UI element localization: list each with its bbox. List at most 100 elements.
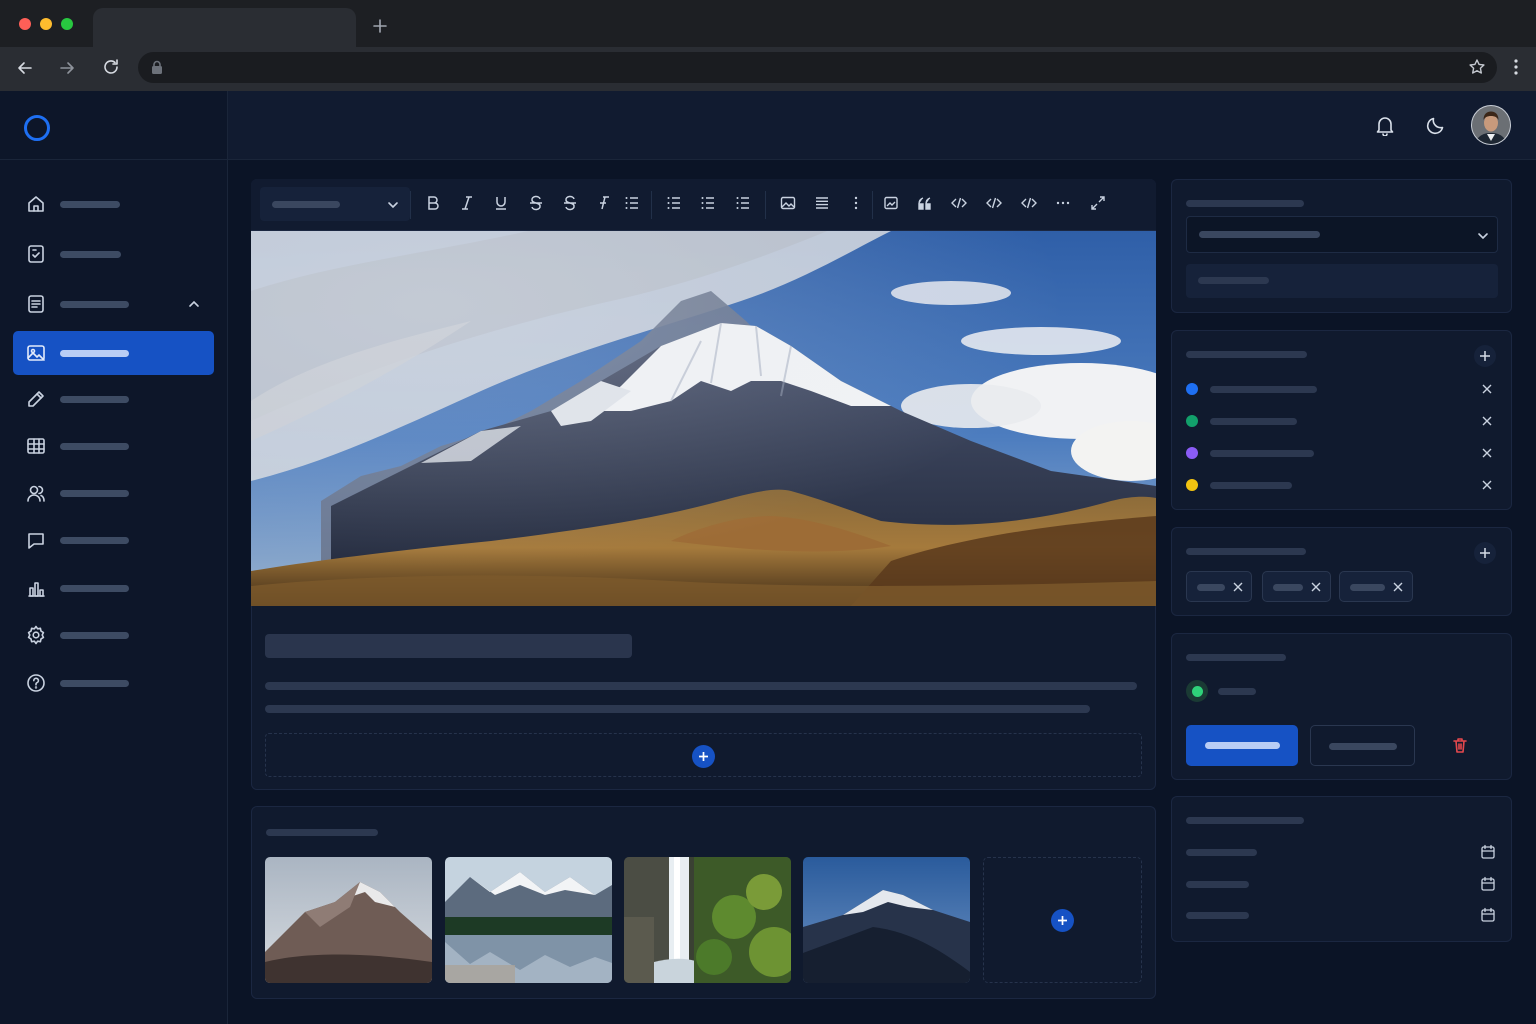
numbered-list-icon[interactable] bbox=[700, 195, 716, 211]
sidebar-item-editor[interactable] bbox=[13, 377, 214, 421]
block-type-select[interactable] bbox=[260, 187, 410, 221]
settings-input[interactable] bbox=[1186, 264, 1498, 298]
categories-heading bbox=[1186, 351, 1307, 358]
more-vertical-icon[interactable] bbox=[848, 195, 864, 211]
browser-tab[interactable] bbox=[93, 8, 356, 47]
star-icon[interactable] bbox=[1468, 58, 1486, 76]
category-item[interactable] bbox=[1186, 477, 1498, 493]
checklist-icon[interactable] bbox=[735, 195, 751, 211]
sidebar-item-pages[interactable] bbox=[13, 282, 214, 326]
ring-logo[interactable] bbox=[22, 113, 52, 143]
hero-image[interactable] bbox=[251, 231, 1156, 606]
back-arrow-icon[interactable] bbox=[15, 58, 35, 78]
gallery-image-night-mountain[interactable] bbox=[803, 857, 970, 983]
sidebar-item-help[interactable] bbox=[13, 661, 214, 705]
expand-icon[interactable] bbox=[1090, 195, 1106, 211]
avatar[interactable] bbox=[1471, 105, 1511, 145]
list-icon[interactable] bbox=[624, 195, 640, 211]
bold-icon[interactable] bbox=[425, 195, 441, 211]
sidebar-item-label bbox=[60, 632, 129, 639]
gallery-image-waterfall[interactable] bbox=[624, 857, 791, 983]
close-icon[interactable] bbox=[1482, 448, 1492, 458]
category-item[interactable] bbox=[1186, 413, 1498, 429]
code-icon[interactable] bbox=[951, 195, 967, 211]
tag-label bbox=[1273, 584, 1303, 591]
sidebar-item-messages[interactable] bbox=[13, 518, 214, 562]
editor-toolbar bbox=[251, 179, 1156, 231]
add-block-zone[interactable]: + bbox=[265, 733, 1142, 777]
sidebar-item-media[interactable] bbox=[13, 331, 214, 375]
gallery-image-lake-mountains[interactable] bbox=[445, 857, 612, 983]
moon-icon[interactable] bbox=[1425, 114, 1447, 136]
add-image-button[interactable]: + bbox=[1051, 909, 1074, 932]
add-image-tile[interactable]: + bbox=[983, 857, 1142, 983]
category-label bbox=[1210, 386, 1317, 393]
close-icon[interactable] bbox=[1393, 582, 1403, 592]
align-icon[interactable] bbox=[814, 195, 830, 211]
gallery-image-mountain[interactable] bbox=[265, 857, 432, 983]
underline-icon[interactable] bbox=[493, 195, 509, 211]
category-color-dot bbox=[1186, 447, 1198, 459]
close-window-button[interactable] bbox=[19, 18, 31, 30]
calendar-icon[interactable] bbox=[1480, 844, 1496, 860]
maximize-window-button[interactable] bbox=[61, 18, 73, 30]
post-body-line[interactable] bbox=[265, 682, 1137, 690]
settings-select-value bbox=[1199, 231, 1320, 238]
quote-icon[interactable] bbox=[917, 195, 933, 211]
address-bar[interactable] bbox=[138, 52, 1497, 83]
close-icon[interactable] bbox=[1311, 582, 1321, 592]
more-horizontal-icon[interactable] bbox=[1055, 195, 1071, 211]
close-icon[interactable] bbox=[1233, 582, 1243, 592]
strikethrough-alt-icon[interactable] bbox=[562, 195, 578, 211]
minimize-window-button[interactable] bbox=[40, 18, 52, 30]
bell-icon[interactable] bbox=[1374, 114, 1396, 136]
html-icon[interactable] bbox=[1021, 195, 1037, 211]
chevron-down-icon bbox=[388, 202, 398, 209]
tag-chip[interactable] bbox=[1339, 571, 1413, 602]
strikethrough-icon[interactable] bbox=[528, 195, 544, 211]
category-color-dot bbox=[1186, 415, 1198, 427]
settings-card bbox=[1171, 179, 1512, 313]
italic-icon[interactable] bbox=[459, 195, 475, 211]
new-tab-plus-icon[interactable] bbox=[371, 17, 389, 35]
add-category-button[interactable] bbox=[1474, 345, 1496, 367]
save-draft-button-label bbox=[1329, 743, 1397, 750]
code-block-icon[interactable] bbox=[986, 195, 1002, 211]
forward-arrow-icon[interactable] bbox=[57, 58, 77, 78]
add-block-button[interactable]: + bbox=[692, 745, 715, 768]
category-item[interactable] bbox=[1186, 445, 1498, 461]
bullet-list-icon[interactable] bbox=[666, 195, 682, 211]
post-title[interactable] bbox=[265, 634, 632, 658]
close-icon[interactable] bbox=[1482, 480, 1492, 490]
calendar-icon[interactable] bbox=[1480, 876, 1496, 892]
add-tag-button[interactable] bbox=[1474, 542, 1496, 564]
reload-icon[interactable] bbox=[101, 57, 121, 77]
schedule-card bbox=[1171, 796, 1512, 942]
publish-button[interactable] bbox=[1186, 725, 1298, 766]
sidebar-item-settings[interactable] bbox=[13, 613, 214, 657]
clear-format-icon[interactable] bbox=[596, 195, 612, 211]
sidebar-item-label bbox=[60, 301, 129, 308]
kebab-menu-icon[interactable] bbox=[1509, 58, 1523, 76]
sidebar-item-home[interactable] bbox=[13, 182, 214, 226]
sidebar-divider bbox=[0, 159, 228, 160]
sidebar-item-users[interactable] bbox=[13, 471, 214, 515]
sidebar-item-analytics[interactable] bbox=[13, 566, 214, 610]
close-icon[interactable] bbox=[1482, 416, 1492, 426]
category-item[interactable] bbox=[1186, 381, 1498, 397]
tag-chip[interactable] bbox=[1186, 571, 1252, 602]
trash-icon[interactable] bbox=[1451, 736, 1469, 754]
schedule-heading bbox=[1186, 817, 1304, 824]
close-icon[interactable] bbox=[1482, 384, 1492, 394]
save-draft-button[interactable] bbox=[1310, 725, 1415, 766]
category-label bbox=[1210, 418, 1297, 425]
tag-chip[interactable] bbox=[1262, 571, 1331, 602]
calendar-icon[interactable] bbox=[1480, 907, 1496, 923]
settings-select[interactable] bbox=[1186, 216, 1498, 253]
sidebar-item-documents[interactable] bbox=[13, 232, 214, 276]
image-icon[interactable] bbox=[780, 195, 796, 211]
category-color-dot bbox=[1186, 383, 1198, 395]
embed-image-icon[interactable] bbox=[883, 195, 899, 211]
sidebar-item-tables[interactable] bbox=[13, 424, 214, 468]
post-body-line[interactable] bbox=[265, 705, 1090, 713]
